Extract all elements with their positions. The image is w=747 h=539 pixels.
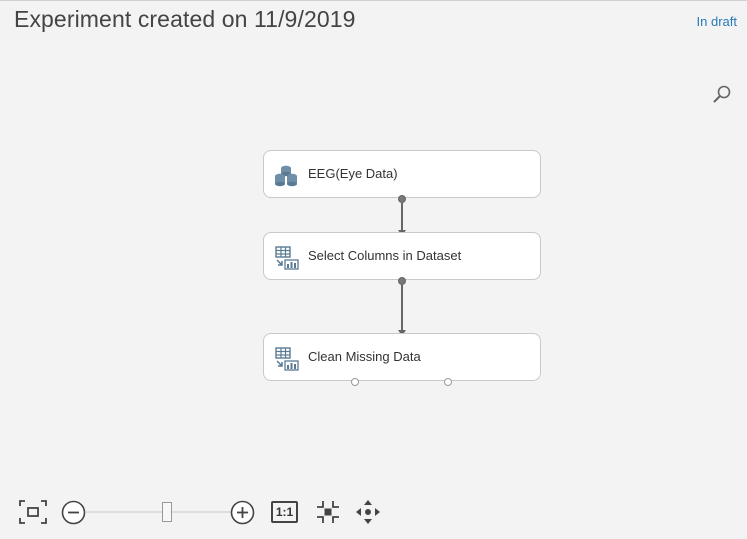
module-node-clean-missing-data[interactable]: Clean Missing Data [263,333,541,381]
connector-line [401,285,403,332]
module-node-select-columns[interactable]: Select Columns in Dataset [263,232,541,280]
zoom-in-icon[interactable] [230,500,255,525]
output-port[interactable] [398,277,406,285]
fit-to-screen-icon[interactable] [18,499,48,525]
search-icon[interactable] [712,84,732,104]
zoom-toolbar: 1:1 [0,495,400,529]
page-title: Experiment created on 11/9/2019 [14,6,356,32]
module-icon [275,347,299,371]
connector-line [401,203,403,232]
top-divider [0,0,747,1]
zoom-out-icon[interactable] [61,500,86,525]
zoom-slider-track[interactable] [86,511,232,513]
node-label: EEG(Eye Data) [308,166,398,181]
output-port-1[interactable] [351,378,359,386]
node-label: Select Columns in Dataset [308,248,462,263]
zoom-slider-handle[interactable] [162,502,172,522]
dataset-icon [275,165,297,187]
center-icon[interactable] [316,500,340,524]
node-label: Clean Missing Data [308,349,421,364]
output-port-2[interactable] [444,378,452,386]
status-badge: In draft [696,14,737,29]
pan-icon[interactable] [355,499,381,525]
module-node-eeg-eye-data[interactable]: EEG(Eye Data) [263,150,541,198]
module-icon [275,246,299,270]
actual-size-button[interactable]: 1:1 [271,501,298,523]
output-port[interactable] [398,195,406,203]
